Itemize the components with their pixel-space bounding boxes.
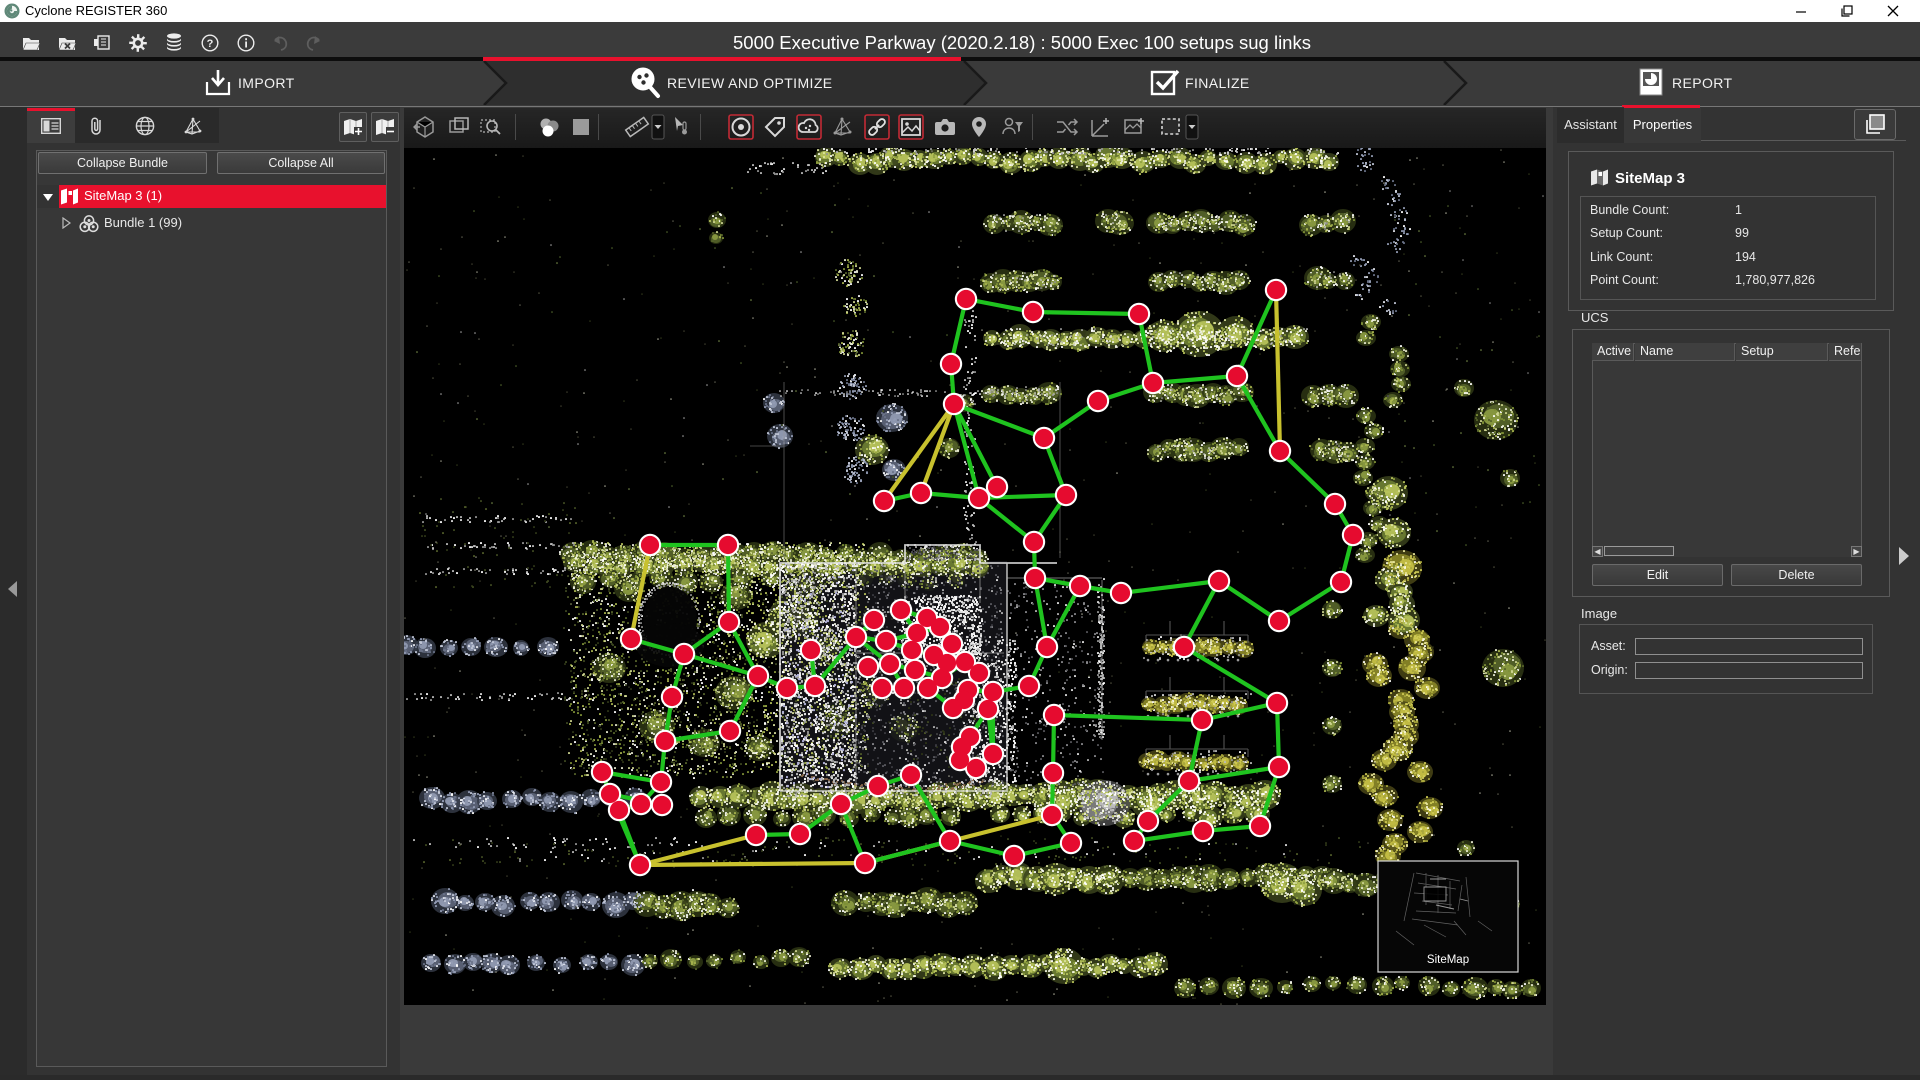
svg-text:SiteMap: SiteMap (1427, 954, 1469, 966)
svg-text:?: ? (207, 38, 214, 50)
